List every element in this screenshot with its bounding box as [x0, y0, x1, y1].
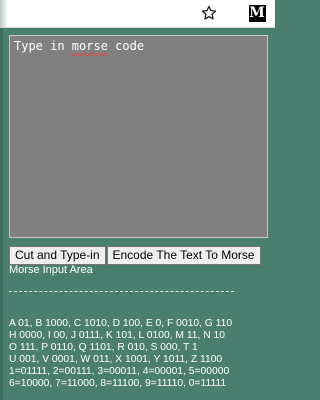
extension-button[interactable]: M — [246, 3, 268, 23]
star-outline-icon — [201, 5, 217, 20]
legend-line: O 111, P 0110, Q 1101, R 010, S 000, T 1 — [9, 342, 198, 353]
morse-input-field[interactable] — [10, 36, 267, 237]
cut-and-type-in-button[interactable]: Cut and Type-in — [9, 246, 106, 265]
address-bar-edge — [0, 0, 8, 27]
legend-line: 6=10000, 7=11000, 8=11100, 9=11110, 0=11… — [9, 378, 227, 389]
bookmark-star-button[interactable] — [198, 2, 220, 24]
legend-line: U 001, V 0001, W 011, X 1001, Y 1011, Z … — [9, 354, 223, 365]
morse-input-area[interactable]: Type in morse code — [9, 35, 268, 238]
legend-line: 1=01111, 2=00111, 3=00011, 4=00001, 5=00… — [9, 366, 230, 377]
action-buttons: Cut and Type-in Encode The Text To Morse — [9, 246, 261, 265]
browser-toolbar: M — [0, 0, 275, 28]
legend-line: H 0000, I 00, J 0111, K 101, L 0100, M 1… — [9, 330, 225, 341]
legend-line: A 01, B 1000, C 1010, D 100, E 0, F 0010… — [9, 318, 233, 329]
extension-m-icon: M — [248, 4, 266, 22]
morse-input-area-label: Morse Input Area — [9, 264, 93, 276]
page-content: Type in morse code Cut and Type-in Encod… — [0, 28, 275, 400]
left-edge-strip — [0, 28, 3, 400]
dashed-divider — [9, 291, 234, 292]
encode-to-morse-button[interactable]: Encode The Text To Morse — [106, 246, 261, 265]
morse-code-legend: A 01, B 1000, C 1010, D 100, E 0, F 0010… — [9, 318, 271, 390]
